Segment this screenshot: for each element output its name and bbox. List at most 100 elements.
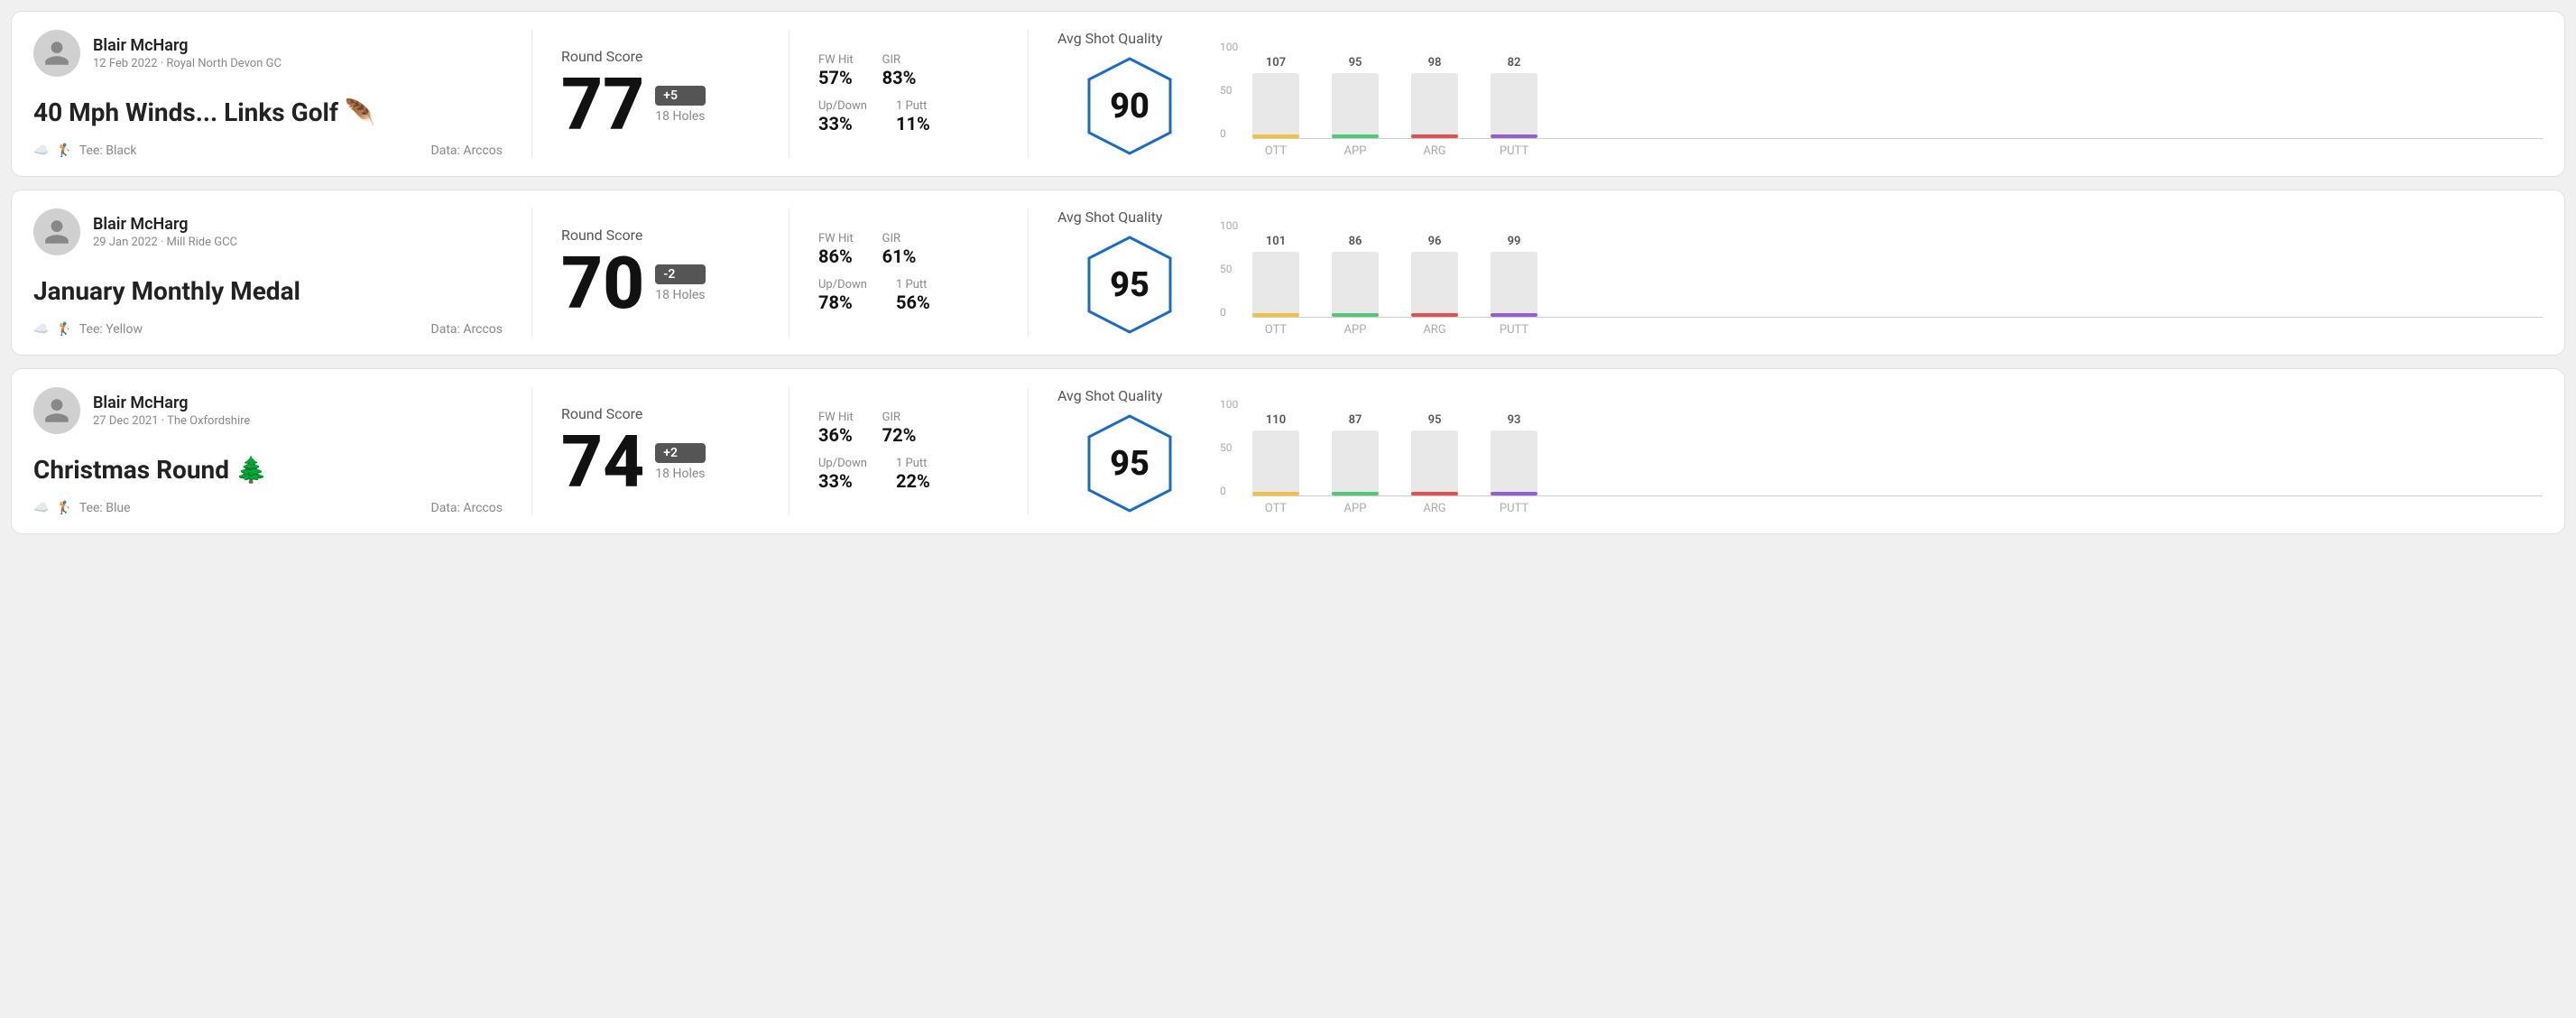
user-name: Blair McHarg <box>93 215 237 234</box>
chart-section: 100500107959882OTTAPPARGPUTT <box>1202 30 2543 158</box>
round-title: January Monthly Medal <box>33 276 503 306</box>
score-details: +518 Holes <box>655 86 705 124</box>
hexagon-container: 95 <box>1085 233 1175 337</box>
avatar <box>33 387 80 434</box>
one-putt-label: 1 Putt <box>896 457 930 470</box>
bag-icon: 🏌️ <box>56 143 71 158</box>
bar-value-arg: 96 <box>1428 235 1442 248</box>
divider <box>1028 387 1029 515</box>
gir-label: GIR <box>882 53 917 67</box>
stats-row-top: FW Hit57%GIR83% <box>818 53 999 88</box>
stats-row-top: FW Hit86%GIR61% <box>818 232 999 267</box>
one-putt-value: 11% <box>896 113 930 134</box>
score-section: Round Score70-218 Holes <box>561 208 760 337</box>
bar-arg <box>1411 430 1458 495</box>
bar-group-ott: 101 <box>1252 235 1299 317</box>
bar-arg <box>1411 252 1458 317</box>
bag-icon: 🏌️ <box>56 322 71 337</box>
bar-group-app: 95 <box>1332 56 1379 138</box>
score-badge: -2 <box>655 264 705 284</box>
gir-stat: GIR83% <box>882 53 917 88</box>
score-holes: 18 Holes <box>655 467 705 481</box>
bar-putt <box>1491 73 1537 138</box>
chart-axis-row: OTTAPPARGPUTT <box>1252 502 2543 515</box>
stats-section: FW Hit57%GIR83%Up/Down33%1 Putt11% <box>818 30 999 158</box>
one-putt-stat: 1 Putt11% <box>896 99 930 134</box>
tee-label: Tee: Yellow <box>79 322 143 337</box>
up-down-label: Up/Down <box>818 99 867 113</box>
fw-hit-label: FW Hit <box>818 411 854 424</box>
gir-stat: GIR72% <box>882 411 917 446</box>
tee-info: ☁️ 🏌️ Tee: Yellow <box>33 322 143 337</box>
user-name: Blair McHarg <box>93 36 282 55</box>
fw-hit-stat: FW Hit36% <box>818 411 854 446</box>
axis-label-arg: ARG <box>1411 144 1458 158</box>
user-meta: 12 Feb 2022 · Royal North Devon GC <box>93 57 282 70</box>
score-holes: 18 Holes <box>655 288 705 302</box>
up-down-label: Up/Down <box>818 457 867 470</box>
user-info: Blair McHarg 12 Feb 2022 · Royal North De… <box>93 36 282 70</box>
score-number: 74 <box>561 426 644 498</box>
tee-label: Tee: Blue <box>79 501 131 515</box>
bar-group-app: 87 <box>1332 413 1379 495</box>
round-card: Blair McHarg 27 Dec 2021 · The Oxfordshir… <box>11 368 2565 534</box>
stats-section: FW Hit36% GIR72% Up/Down33% 1 Putt22% <box>818 387 999 515</box>
axis-label-app: APP <box>1332 502 1379 515</box>
hexagon-score: 95 <box>1110 444 1150 484</box>
chart-wrapper: 100500101869699OTTAPPARGPUTT <box>1220 219 2543 337</box>
bar-value-app: 86 <box>1349 235 1362 248</box>
one-putt-label: 1 Putt <box>896 278 930 292</box>
y-bot: 0 <box>1220 306 1238 319</box>
bar-app <box>1332 430 1379 495</box>
bar-line-arg <box>1411 313 1458 317</box>
bottom-row: ☁️🏌️Tee: BlueData: Arccos <box>33 501 503 515</box>
left-section: Blair McHarg29 Jan 2022 · Mill Ride GCC J… <box>33 208 503 337</box>
chart-y-axis: 100500 <box>1220 41 1238 140</box>
bar-line-ott <box>1252 313 1299 317</box>
quality-label: Avg Shot Quality <box>1057 208 1162 226</box>
quality-label: Avg Shot Quality <box>1057 30 1162 47</box>
bar-value-putt: 99 <box>1508 235 1521 248</box>
user-meta: 27 Dec 2021 · The Oxfordshire <box>93 414 250 428</box>
bar-line-app <box>1332 134 1379 138</box>
score-number: 77 <box>561 69 644 141</box>
bar-line-ott <box>1252 492 1299 495</box>
bottom-row: ☁️🏌️Tee: BlackData: Arccos <box>33 143 503 158</box>
left-section: Blair McHarg 12 Feb 2022 · Royal North De… <box>33 30 503 158</box>
chart-axis-row: OTTAPPARGPUTT <box>1252 323 2543 337</box>
user-name: Blair McHarg <box>93 393 250 412</box>
bar-group-ott: 107 <box>1252 56 1299 138</box>
avatar <box>33 30 80 77</box>
gir-value: 83% <box>882 67 917 88</box>
one-putt-label: 1 Putt <box>896 99 930 113</box>
user-header: Blair McHarg29 Jan 2022 · Mill Ride GCC <box>33 208 503 255</box>
bar-value-arg: 98 <box>1428 56 1442 69</box>
bar-arg <box>1411 73 1458 138</box>
bag-icon: 🏌️ <box>56 501 71 515</box>
bar-ott <box>1252 430 1299 495</box>
left-section: Blair McHarg 27 Dec 2021 · The Oxfordshir… <box>33 387 503 515</box>
up-down-stat: Up/Down33% <box>818 457 867 492</box>
bar-line-arg <box>1411 492 1458 495</box>
score-badge: +5 <box>655 86 705 106</box>
bar-line-app <box>1332 492 1379 495</box>
y-mid: 50 <box>1220 263 1238 275</box>
bar-line-ott <box>1252 134 1299 138</box>
user-header: Blair McHarg 12 Feb 2022 · Royal North De… <box>33 30 503 77</box>
bar-group-app: 86 <box>1332 235 1379 317</box>
bar-value-putt: 82 <box>1508 56 1521 69</box>
fw-hit-value: 57% <box>818 67 854 88</box>
tee-label: Tee: Black <box>79 143 137 158</box>
up-down-value: 33% <box>818 113 867 134</box>
bar-group-arg: 98 <box>1411 56 1458 138</box>
one-putt-value: 22% <box>896 470 930 492</box>
up-down-stat: Up/Down78% <box>818 278 867 313</box>
bar-value-app: 95 <box>1349 56 1362 69</box>
gir-stat: GIR61% <box>882 232 917 267</box>
data-source: Data: Arccos <box>431 501 503 515</box>
weather-icon: ☁️ <box>33 322 49 337</box>
bar-value-ott: 101 <box>1266 235 1286 248</box>
axis-label-arg: ARG <box>1411 323 1458 337</box>
axis-label-putt: PUTT <box>1491 144 1537 158</box>
score-main: 74+218 Holes <box>561 426 760 498</box>
